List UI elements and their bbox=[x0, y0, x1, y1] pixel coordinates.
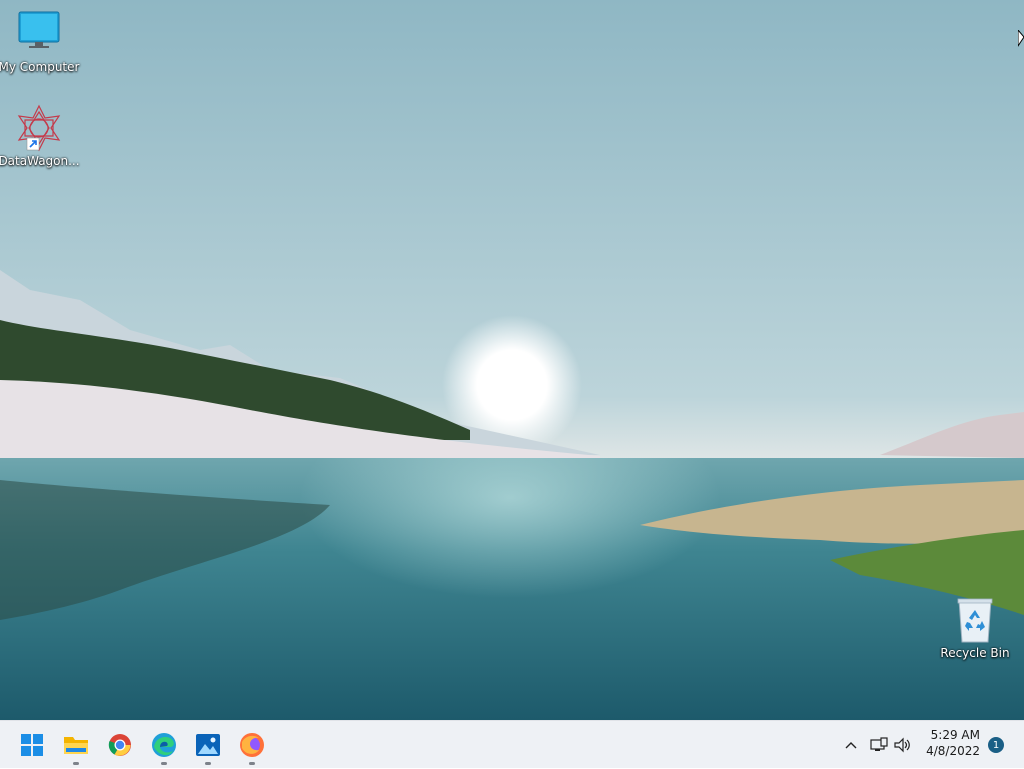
volume-button[interactable] bbox=[892, 721, 914, 769]
desktop-icon-label: Recycle Bin bbox=[940, 646, 1010, 660]
firefox-icon bbox=[240, 733, 264, 757]
desktop-icon-recycle-bin[interactable]: Recycle Bin bbox=[936, 596, 1014, 660]
taskbar-photos[interactable] bbox=[188, 721, 228, 769]
show-hidden-icons-button[interactable] bbox=[840, 721, 862, 769]
chevron-up-icon bbox=[845, 742, 857, 749]
speaker-icon bbox=[894, 737, 910, 753]
running-indicator bbox=[73, 762, 79, 765]
datawagon-logo-icon bbox=[15, 104, 63, 152]
network-button[interactable] bbox=[868, 721, 890, 769]
running-indicator bbox=[205, 762, 211, 765]
network-icon bbox=[870, 737, 888, 751]
taskbar: 5:29 AM 4/8/2022 1 bbox=[0, 720, 1024, 768]
folder-icon bbox=[64, 737, 88, 754]
desktop-icon-label: My Computer bbox=[0, 60, 80, 74]
clock-time: 5:29 AM bbox=[930, 728, 980, 742]
desktop-icon-datawagon[interactable]: DataWagon... bbox=[0, 104, 80, 168]
desktop-icon-my-computer[interactable]: My Computer bbox=[0, 10, 80, 74]
chrome-icon bbox=[108, 734, 131, 756]
desktop-icon-label: DataWagon... bbox=[0, 154, 80, 168]
taskbar-file-explorer[interactable] bbox=[56, 721, 96, 769]
windows-start-icon bbox=[21, 734, 43, 756]
notification-badge[interactable]: 1 bbox=[988, 737, 1004, 753]
start-button[interactable] bbox=[12, 721, 52, 769]
clock[interactable]: 5:29 AM 4/8/2022 bbox=[926, 727, 980, 759]
desktop-wallpaper bbox=[0, 0, 1024, 720]
taskbar-firefox[interactable] bbox=[232, 721, 272, 769]
mouse-cursor-icon bbox=[1017, 28, 1024, 54]
photos-icon bbox=[196, 734, 220, 756]
edge-icon bbox=[152, 733, 176, 757]
clock-date: 4/8/2022 bbox=[926, 744, 980, 758]
monitor-icon bbox=[15, 10, 63, 58]
taskbar-chrome[interactable] bbox=[100, 721, 140, 769]
recycle-bin-icon bbox=[951, 596, 999, 644]
running-indicator bbox=[249, 762, 255, 765]
running-indicator bbox=[161, 762, 167, 765]
taskbar-edge[interactable] bbox=[144, 721, 184, 769]
